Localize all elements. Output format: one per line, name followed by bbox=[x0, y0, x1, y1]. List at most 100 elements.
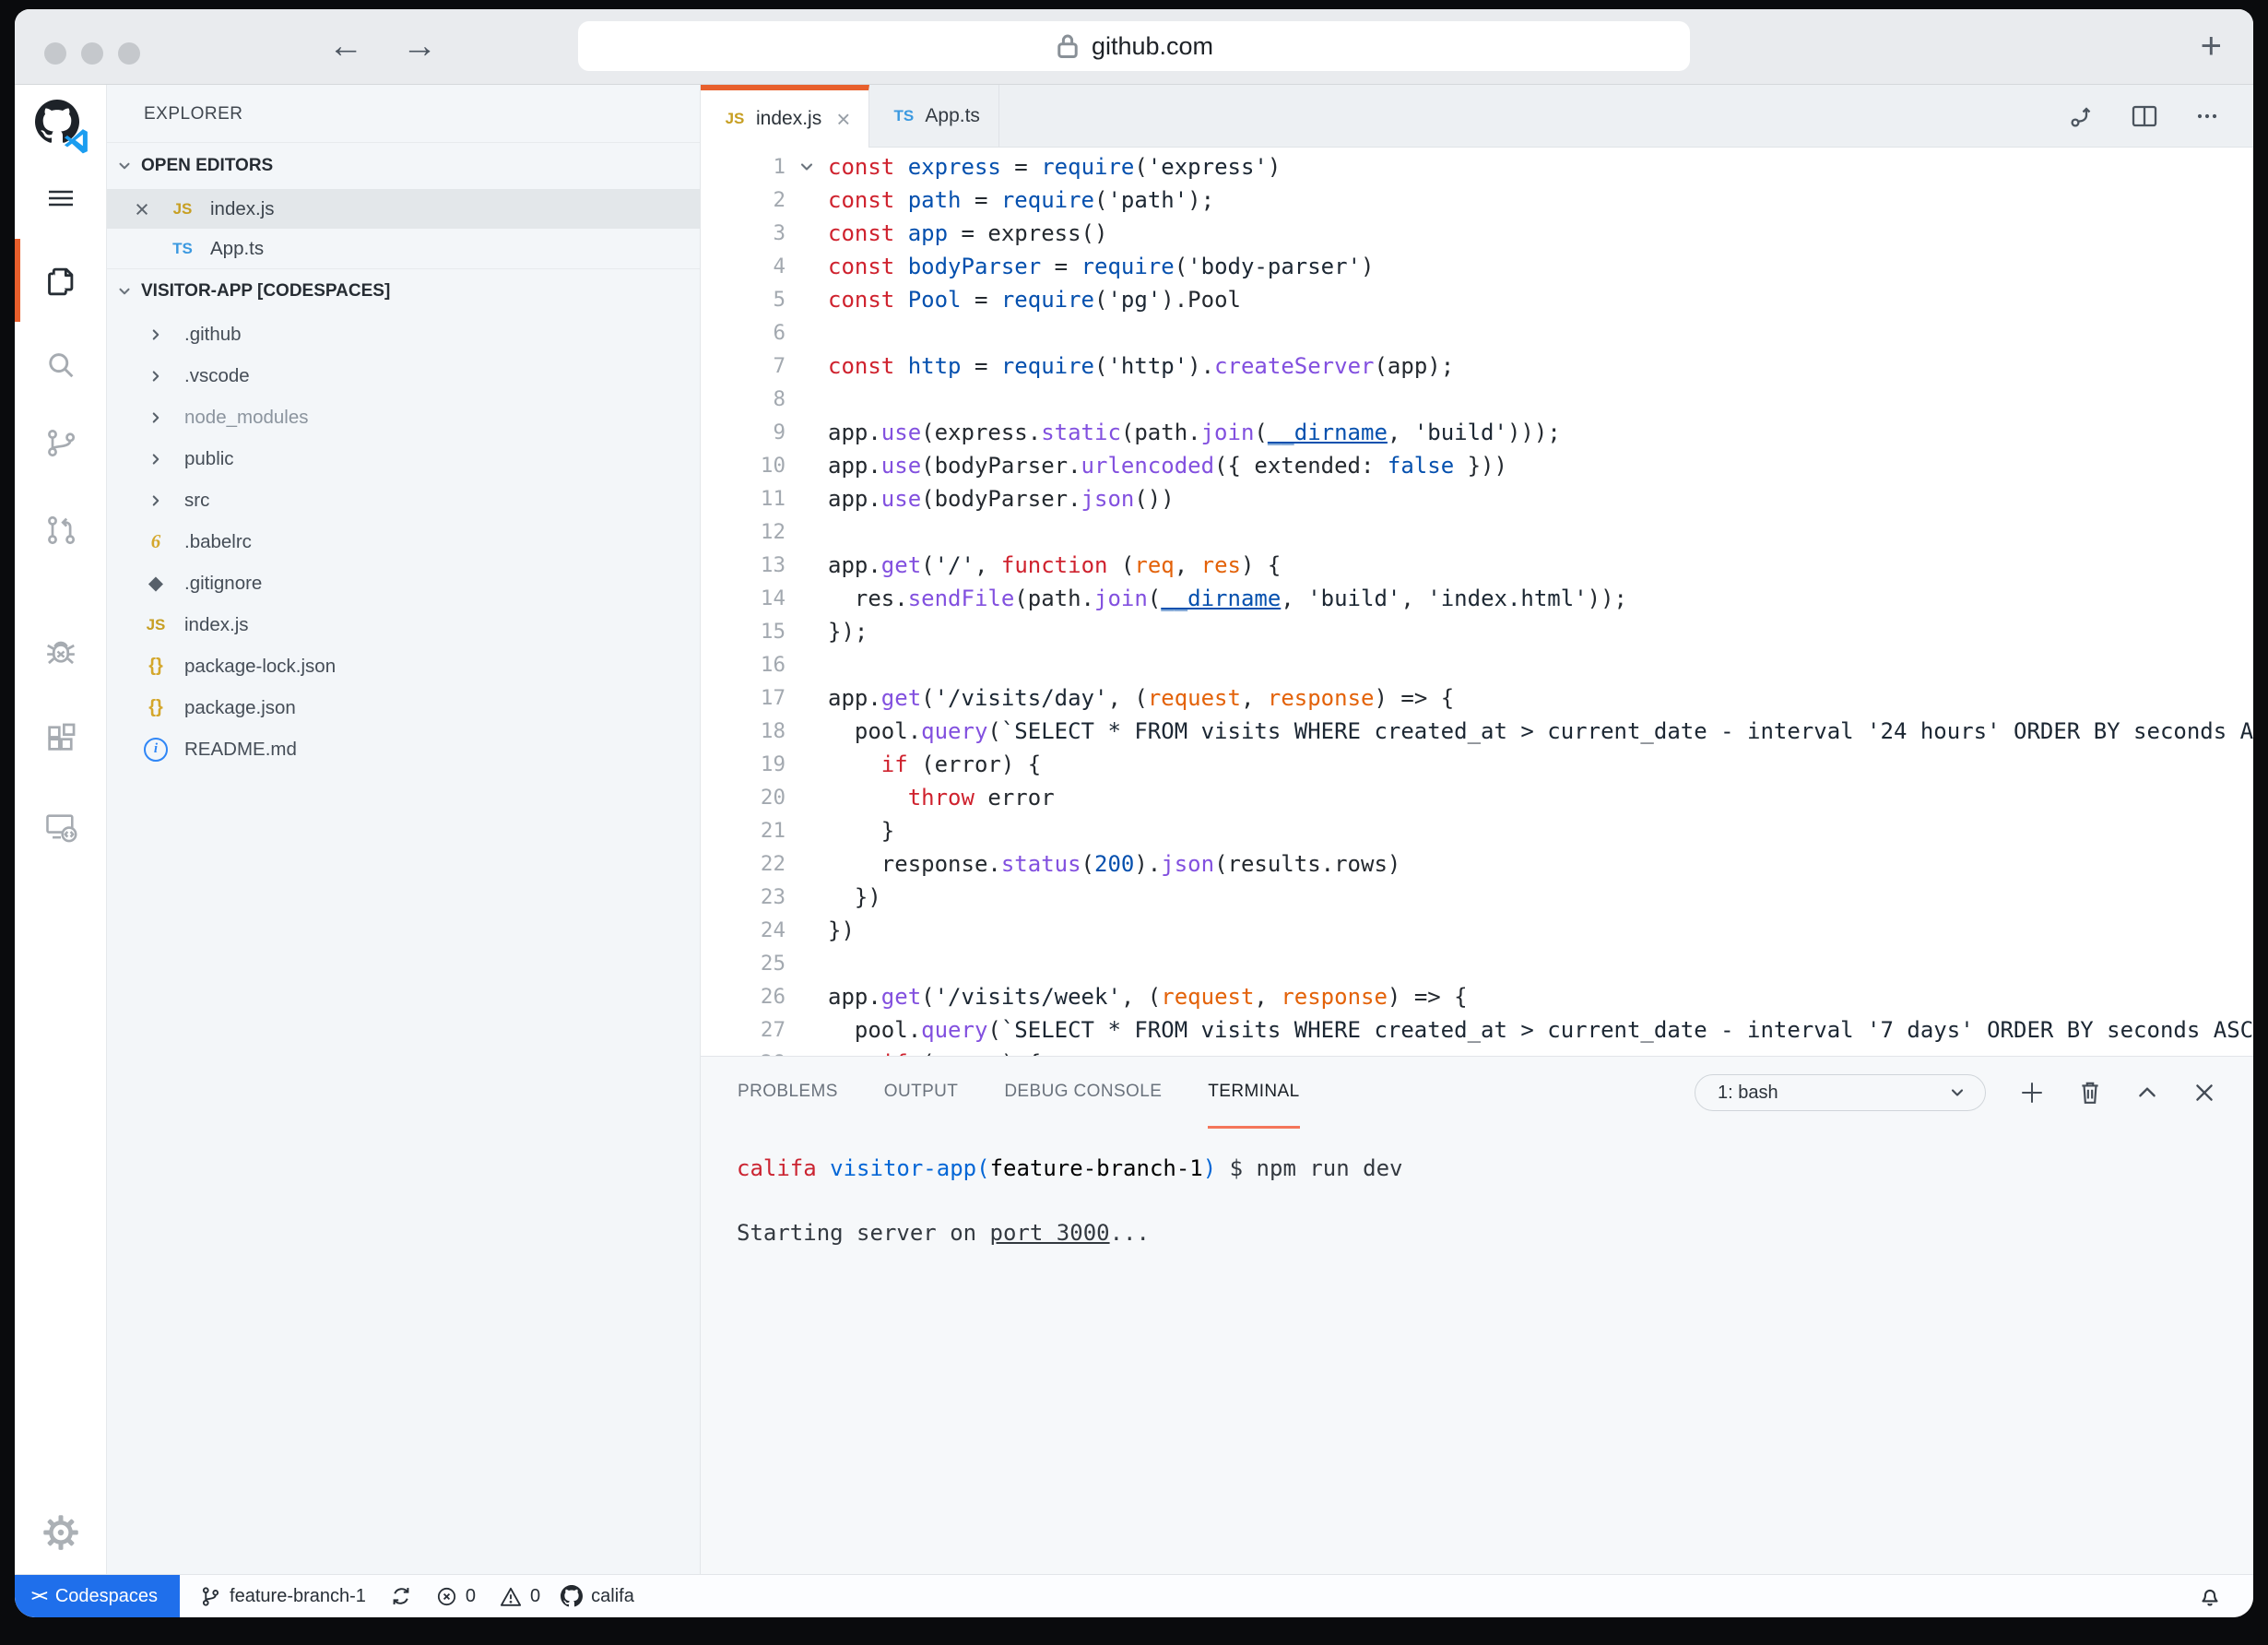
project-section-header[interactable]: VISITOR-APP [CODESPACES] bbox=[107, 268, 700, 314]
tab-index-js[interactable]: JS index.js × bbox=[701, 85, 869, 148]
code-text: pool.query(`SELECT * FROM visits WHERE c… bbox=[828, 1013, 2253, 1047]
close-tab-icon[interactable]: × bbox=[836, 105, 850, 134]
maximize-panel-icon[interactable] bbox=[2135, 1081, 2159, 1105]
sidebar-item-package.json[interactable]: {} package.json bbox=[107, 687, 700, 728]
errors-indicator[interactable]: 0 bbox=[436, 1586, 476, 1607]
code-text: app.use(bodyParser.json()) bbox=[828, 482, 2253, 515]
sidebar-item-src[interactable]: src bbox=[107, 479, 700, 521]
line-number: 14 bbox=[701, 582, 786, 615]
sidebar-item-node_modules[interactable]: node_modules bbox=[107, 396, 700, 438]
line-number: 26 bbox=[701, 980, 786, 1013]
file-name: .gitignore bbox=[184, 573, 262, 595]
new-tab-button[interactable]: + bbox=[2201, 9, 2222, 84]
branch-icon bbox=[200, 1586, 221, 1607]
new-terminal-icon[interactable] bbox=[2019, 1080, 2045, 1106]
file-name: src bbox=[184, 490, 209, 512]
file-name: README.md bbox=[184, 739, 297, 761]
close-editor-icon[interactable]: × bbox=[131, 198, 153, 220]
open-editor-item-index.js[interactable]: ×JSindex.js bbox=[107, 189, 700, 229]
more-actions-icon[interactable] bbox=[2192, 101, 2222, 131]
warning-icon bbox=[500, 1586, 522, 1607]
babel-file-icon: 6 bbox=[137, 530, 174, 553]
sync-icon bbox=[390, 1585, 412, 1607]
minimize-window-button[interactable] bbox=[81, 42, 103, 65]
debug-icon[interactable] bbox=[43, 633, 78, 669]
menu-icon[interactable] bbox=[45, 184, 77, 212]
tab-problems[interactable]: PROBLEMS bbox=[738, 1057, 838, 1129]
source-control-icon[interactable] bbox=[44, 426, 77, 459]
sidebar-item-.github[interactable]: .github bbox=[107, 314, 700, 355]
code-line-18: 18 pool.query(`SELECT * FROM visits WHER… bbox=[701, 715, 2253, 748]
github-codespaces-logo-icon[interactable] bbox=[35, 100, 87, 151]
braces-file-icon: {} bbox=[137, 697, 174, 718]
code-text: app.use(express.static(path.join(__dirna… bbox=[828, 416, 2253, 449]
search-icon[interactable] bbox=[44, 349, 77, 383]
chevron-right-icon bbox=[137, 492, 174, 509]
pull-request-icon[interactable] bbox=[44, 514, 77, 547]
github-account[interactable]: califa bbox=[561, 1585, 634, 1607]
split-editor-icon[interactable] bbox=[2130, 101, 2159, 131]
kill-terminal-icon[interactable] bbox=[2078, 1080, 2102, 1106]
fold-chevron-icon[interactable] bbox=[786, 158, 828, 176]
code-line-19: 19 if (error) { bbox=[701, 748, 2253, 781]
terminal-shell-select[interactable]: 1: bash bbox=[1695, 1074, 1986, 1111]
open-editor-item-App.ts[interactable]: TSApp.ts bbox=[107, 229, 700, 268]
file-name: package.json bbox=[184, 697, 296, 719]
sidebar-item-.gitignore[interactable]: ◆ .gitignore bbox=[107, 562, 700, 604]
browser-nav: ← → bbox=[328, 9, 437, 84]
forward-button[interactable]: → bbox=[402, 27, 437, 66]
line-number: 28 bbox=[701, 1047, 786, 1056]
code-editor[interactable]: 1const express = require('express')2cons… bbox=[701, 148, 2253, 1056]
code-line-11: 11app.use(bodyParser.json()) bbox=[701, 482, 2253, 515]
code-line-17: 17app.get('/visits/day', (request, respo… bbox=[701, 681, 2253, 715]
git-file-icon: ◆ bbox=[137, 572, 174, 595]
code-text: if (error) { bbox=[828, 748, 2253, 781]
code-text: }) bbox=[828, 914, 2253, 947]
sync-button[interactable] bbox=[390, 1585, 412, 1607]
settings-gear-icon[interactable] bbox=[42, 1514, 79, 1551]
sidebar-item-README.md[interactable]: iREADME.md bbox=[107, 728, 700, 770]
sidebar-item-.vscode[interactable]: .vscode bbox=[107, 355, 700, 396]
extensions-icon[interactable] bbox=[44, 721, 77, 754]
code-line-7: 7const http = require('http').createServ… bbox=[701, 349, 2253, 383]
line-number: 13 bbox=[701, 549, 786, 582]
chevron-right-icon bbox=[137, 451, 174, 467]
branch-indicator[interactable]: feature-branch-1 bbox=[200, 1586, 366, 1607]
active-view-indicator bbox=[15, 239, 20, 322]
open-changes-icon[interactable] bbox=[2067, 101, 2097, 131]
tab-terminal[interactable]: TERMINAL bbox=[1208, 1057, 1299, 1129]
notifications-bell-icon[interactable] bbox=[2198, 1584, 2222, 1608]
line-number: 12 bbox=[701, 515, 786, 549]
terminal-output[interactable]: califa visitor-app(feature-branch-1) $ n… bbox=[701, 1129, 2253, 1249]
address-bar[interactable]: github.com bbox=[578, 21, 1690, 71]
sidebar-item-.babelrc[interactable]: 6.babelrc bbox=[107, 521, 700, 562]
line-number: 19 bbox=[701, 748, 786, 781]
codespaces-badge[interactable]: >< Codespaces bbox=[15, 1575, 180, 1617]
vscode-logo-icon bbox=[63, 126, 90, 154]
open-editors-header[interactable]: OPEN EDITORS bbox=[107, 143, 700, 189]
line-number: 5 bbox=[701, 283, 786, 316]
code-line-9: 9app.use(express.static(path.join(__dirn… bbox=[701, 416, 2253, 449]
code-text: pool.query(`SELECT * FROM visits WHERE c… bbox=[828, 715, 2253, 748]
code-line-24: 24}) bbox=[701, 914, 2253, 947]
back-button[interactable]: ← bbox=[328, 27, 363, 66]
code-line-15: 15}); bbox=[701, 615, 2253, 648]
sidebar-item-public[interactable]: public bbox=[107, 438, 700, 479]
activity-bar bbox=[15, 85, 107, 1574]
remote-explorer-icon[interactable] bbox=[43, 811, 78, 844]
close-window-button[interactable] bbox=[44, 42, 66, 65]
line-number: 6 bbox=[701, 316, 786, 349]
explorer-sidebar: EXPLORER OPEN EDITORS ×JSindex.jsTSApp.t… bbox=[107, 85, 701, 1574]
tab-app-ts[interactable]: TS App.ts bbox=[869, 85, 999, 147]
close-panel-icon[interactable] bbox=[2192, 1081, 2216, 1105]
code-text: const app = express() bbox=[828, 217, 2253, 250]
tab-output[interactable]: OUTPUT bbox=[884, 1057, 959, 1129]
sidebar-item-package-lock.json[interactable]: {}package-lock.json bbox=[107, 645, 700, 687]
tab-debug-console[interactable]: DEBUG CONSOLE bbox=[1004, 1057, 1162, 1129]
zoom-window-button[interactable] bbox=[118, 42, 140, 65]
sidebar-item-index.js[interactable]: JSindex.js bbox=[107, 604, 700, 645]
code-text: const Pool = require('pg').Pool bbox=[828, 283, 2253, 316]
code-line-28: 28 if (error) { bbox=[701, 1047, 2253, 1056]
warnings-indicator[interactable]: 0 bbox=[500, 1586, 540, 1607]
explorer-icon[interactable] bbox=[43, 263, 78, 298]
